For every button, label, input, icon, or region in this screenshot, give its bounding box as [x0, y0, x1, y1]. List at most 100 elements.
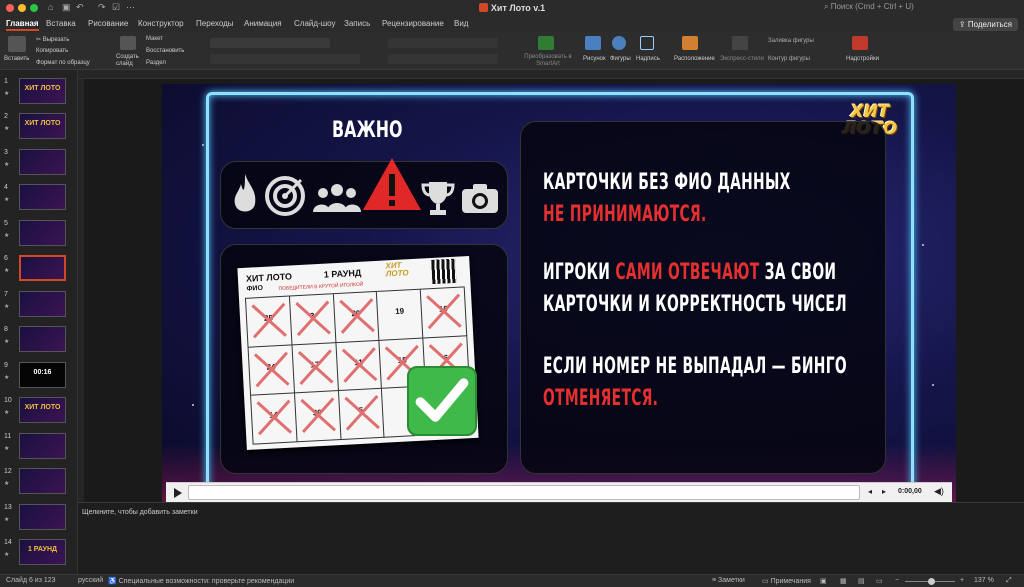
check-mark-icon [407, 366, 477, 436]
addins-button[interactable]: Надстройки [846, 56, 879, 62]
paragraph-group[interactable] [388, 38, 498, 48]
arrange-button[interactable]: Расположение [674, 56, 715, 62]
tab-design[interactable]: Конструктор [138, 19, 184, 28]
card-fio: ФИО [246, 284, 264, 293]
paste-button[interactable]: Вставить [4, 56, 29, 62]
tab-slideshow[interactable]: Слайд-шоу [294, 19, 335, 28]
quick-styles-button[interactable]: Экспресс-стили [720, 56, 764, 62]
smartart-button[interactable]: Преобразовать в SmartArt [524, 54, 572, 68]
format-painter-button[interactable]: Формат по образцу [36, 60, 90, 66]
tab-view[interactable]: Вид [454, 19, 468, 28]
copy-button[interactable]: Копировать [36, 48, 68, 54]
slide-thumbnail[interactable]: 00:16 [19, 362, 66, 388]
play-icon[interactable] [174, 488, 182, 498]
slide-thumbnail[interactable] [19, 291, 66, 317]
picture-button[interactable]: Рисунок [583, 56, 606, 62]
layout-button[interactable]: Макет [146, 36, 163, 42]
forward-icon[interactable]: ▸ [882, 487, 886, 496]
slide[interactable]: ХИТ ЛОТО ВАЖНО [162, 84, 956, 504]
alignment-group[interactable] [388, 54, 498, 64]
textbox-button[interactable]: Надпись [636, 56, 660, 62]
slide-thumbnail[interactable]: 1 РАУНД [19, 539, 66, 565]
comments-toggle-button[interactable]: ▭ Примечания [762, 577, 811, 585]
cross-mark-icon [341, 346, 378, 383]
arrange-icon[interactable] [682, 36, 698, 50]
zoom-slider-knob[interactable] [928, 578, 935, 585]
thumbnail-number: 11 [4, 433, 12, 440]
shape-fill-button[interactable]: Заливка фигуры [768, 38, 814, 44]
slide-thumbnail[interactable] [19, 184, 66, 210]
slide-thumbnail-active[interactable] [19, 255, 66, 281]
star-icon: ★ [4, 233, 10, 239]
font-name-select[interactable] [210, 38, 330, 48]
slideshow-view-icon[interactable]: ▭ [876, 577, 883, 585]
cross-mark-icon [338, 298, 375, 334]
tab-record[interactable]: Запись [344, 19, 370, 28]
star-icon: ★ [4, 304, 10, 310]
rewind-icon[interactable]: ◂ [868, 487, 872, 496]
tab-review[interactable]: Рецензирование [382, 19, 444, 28]
fit-slide-icon[interactable]: ⤢ [1006, 577, 1012, 585]
slide-thumbnail[interactable] [19, 504, 66, 530]
card-round: 1 РАУНД [323, 267, 362, 280]
zoom-level[interactable]: 137 % [974, 577, 994, 584]
reading-view-icon[interactable]: ▤ [858, 577, 865, 585]
reset-button[interactable]: Восстановить [146, 48, 184, 54]
thumbnail-number: 7 [4, 291, 8, 298]
slide-thumbnail[interactable] [19, 433, 66, 459]
slide-thumbnail[interactable] [19, 220, 66, 246]
tab-home[interactable]: Главная [6, 19, 39, 31]
rule-line: КАРТОЧКИ БЕЗ ФИО ДАННЫХ [543, 170, 791, 195]
slide-thumbnail[interactable] [19, 468, 66, 494]
slide-thumbnail[interactable]: ХИТ ЛОТО [19, 78, 66, 104]
accessibility-status[interactable]: ♿ Специальные возможности: проверьте рек… [108, 577, 294, 585]
tab-insert[interactable]: Вставка [46, 19, 76, 28]
sorter-view-icon[interactable]: ▦ [840, 577, 847, 585]
thumbnail-number: 3 [4, 149, 8, 156]
slide-thumbnails-pane: 1 ★ ХИТ ЛОТО 2 ★ ХИТ ЛОТО 3 ★ 4 ★ 5 ★ 6 ★ 7 ★ 8… [0, 70, 78, 574]
notes-toggle-button[interactable]: ≡ Заметки [712, 577, 745, 584]
search-icon: ⌕ [824, 2, 831, 11]
card-cell: 25 [246, 296, 293, 348]
paste-icon[interactable] [8, 36, 26, 52]
textbox-icon[interactable] [640, 36, 654, 50]
share-button[interactable]: ⇪ Поделиться [952, 18, 1018, 31]
star-icon: ★ [4, 162, 10, 168]
shapes-icon[interactable] [612, 36, 626, 50]
thumbnail-number: 8 [4, 326, 8, 333]
language-indicator[interactable]: русский [78, 577, 103, 584]
cut-button[interactable]: ✂ Вырезать [36, 36, 69, 43]
shape-outline-button[interactable]: Контур фигуры [768, 56, 810, 62]
new-slide-icon[interactable] [120, 36, 136, 50]
normal-view-icon[interactable]: ▣ [820, 577, 827, 585]
zoom-out-icon[interactable]: − [895, 577, 899, 584]
font-format-group[interactable] [210, 54, 360, 64]
new-slide-button[interactable]: Создать слайд [116, 54, 142, 68]
media-progress-track[interactable] [188, 485, 860, 500]
status-bar: Слайд 6 из 123 русский ♿ Специальные воз… [0, 574, 1024, 587]
comment-icon: ▭ [762, 578, 771, 585]
slide-thumbnail[interactable] [19, 149, 66, 175]
rule-line: ОТМЕНЯЕТСЯ. [543, 386, 659, 411]
warning-icon [363, 158, 421, 210]
search-input[interactable]: ⌕ Поиск (Cmd + Ctrl + U) [824, 2, 964, 14]
zoom-in-icon[interactable]: + [960, 577, 964, 584]
card-title: ХИТ ЛОТО [245, 271, 293, 284]
slide-thumbnail[interactable]: ХИТ ЛОТО [19, 397, 66, 423]
notes-pane[interactable]: Щелкните, чтобы добавить заметки [78, 502, 1024, 574]
cross-mark-icon [300, 397, 336, 434]
smartart-icon[interactable] [538, 36, 554, 50]
shapes-button[interactable]: Фигуры [610, 56, 631, 62]
picture-icon[interactable] [585, 36, 601, 50]
quick-styles-icon[interactable] [732, 36, 748, 50]
slide-heading: ВАЖНО [332, 118, 403, 143]
addins-icon[interactable] [852, 36, 868, 50]
slide-thumbnail[interactable]: ХИТ ЛОТО [19, 113, 66, 139]
card-cell: 20 [333, 291, 380, 343]
section-button[interactable]: Раздел [146, 60, 166, 66]
tab-animations[interactable]: Анимация [244, 19, 282, 28]
slide-thumbnail[interactable] [19, 326, 66, 352]
volume-icon[interactable]: ◀) [934, 486, 944, 497]
tab-draw[interactable]: Рисование [88, 19, 128, 28]
tab-transitions[interactable]: Переходы [196, 19, 234, 28]
